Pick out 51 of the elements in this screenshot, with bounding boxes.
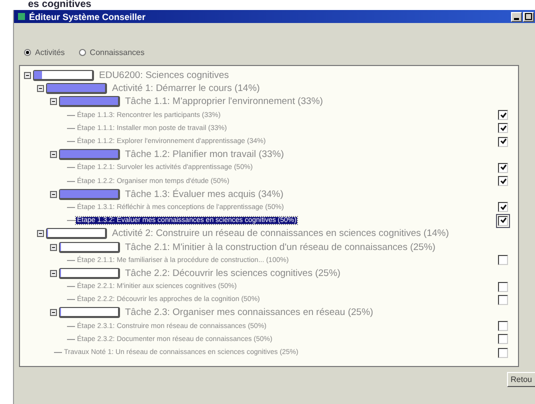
collapse-icon[interactable] — [37, 85, 44, 92]
radio-button[interactable] — [24, 48, 31, 56]
progress-bar — [59, 188, 120, 200]
collapse-icon[interactable] — [24, 72, 31, 80]
radio-label[interactable]: Connaissances — [90, 48, 144, 56]
back-button[interactable]: Retou — [506, 372, 535, 387]
progress-bar — [59, 268, 120, 279]
checkbox[interactable] — [498, 255, 508, 266]
progress-bar — [46, 83, 107, 94]
progress-bar — [46, 228, 107, 240]
page-heading: es cognitives — [27, 0, 92, 10]
collapse-icon[interactable] — [50, 98, 57, 106]
checkbox[interactable] — [498, 176, 508, 186]
collapse-icon[interactable] — [37, 230, 44, 238]
tree-item[interactable]: Tâche 1.3: Évaluer mes acquis (34%) — [124, 188, 284, 200]
tree-item[interactable]: Tâche 2.2: Découvrir les sciences cognitives (25%) — [124, 268, 342, 279]
tree-item[interactable]: Tâche 2.3: Organiser mes connaissances en réseau (25%) — [124, 307, 374, 318]
checkbox[interactable] — [498, 282, 508, 292]
progress-bar — [59, 96, 120, 108]
progress-bar — [59, 307, 120, 318]
app-icon — [17, 12, 26, 21]
collapse-icon[interactable] — [50, 151, 57, 158]
collapse-icon[interactable] — [50, 309, 57, 316]
tree-item[interactable]: EDU6200: Sciences cognitives — [98, 70, 230, 82]
collapse-icon[interactable] — [50, 190, 57, 198]
tree-item[interactable]: Activité 1: Démarrer le cours (14%) — [111, 83, 261, 94]
checkbox[interactable] — [498, 162, 508, 173]
maximize-icon — [525, 13, 532, 20]
tree-item[interactable]: Activité 2: Construire un réseau de connaissances en sciences cognitives (14%) — [111, 228, 450, 240]
tree-item[interactable]: Tâche 1.2: Planifier mon travail (33%) — [124, 149, 285, 160]
progress-bar — [59, 242, 120, 253]
maximize-button[interactable] — [523, 12, 534, 22]
checkbox[interactable] — [498, 216, 508, 226]
radio-button[interactable] — [78, 48, 86, 56]
collapse-icon[interactable] — [50, 244, 57, 251]
checkbox[interactable] — [498, 348, 508, 358]
checkbox[interactable] — [498, 294, 508, 305]
checkbox[interactable] — [498, 202, 508, 212]
progress-bar — [59, 149, 120, 160]
radio-label[interactable]: Activités — [35, 48, 65, 56]
checkbox[interactable] — [498, 334, 508, 344]
tree-item[interactable]: Tâche 1.1: M'approprier l'environnement (33%) — [124, 96, 324, 108]
checkbox[interactable] — [498, 321, 508, 332]
checkbox[interactable] — [498, 123, 508, 134]
progress-bar — [33, 70, 94, 82]
checkbox[interactable] — [498, 110, 508, 120]
collapse-icon[interactable] — [50, 270, 57, 277]
checkbox[interactable] — [498, 136, 508, 147]
window-title: Éditeur Système Conseiller — [29, 12, 146, 22]
tree-item[interactable]: Tâche 2.1: M'initier à la construction d'un réseau de connaissances (25%) — [124, 242, 436, 253]
minimize-button[interactable] — [511, 12, 522, 22]
